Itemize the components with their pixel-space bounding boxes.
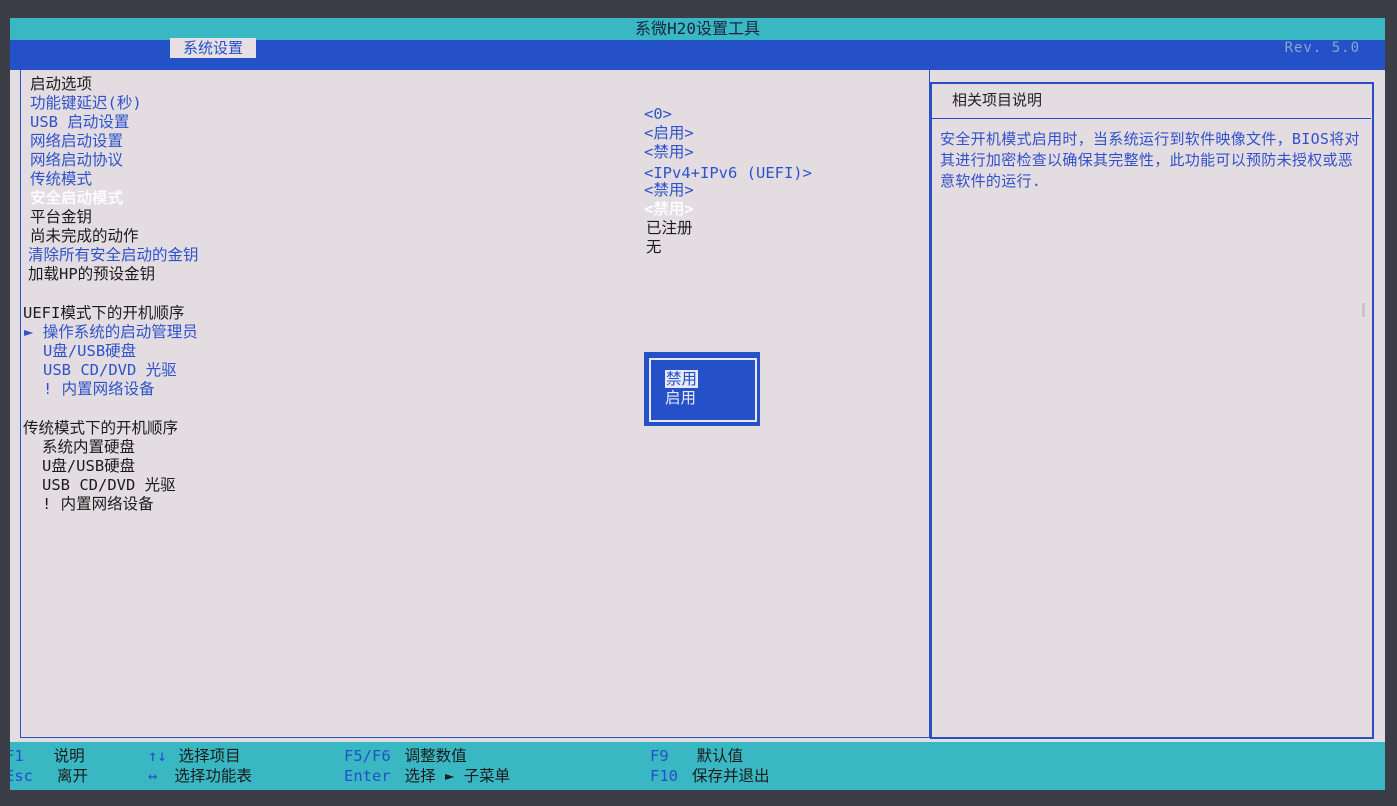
help-title: 相关项目说明 <box>952 91 1043 109</box>
setting-platform-key: 平台金钥 <box>30 208 93 226</box>
setting-pending-action: 尚未完成的动作 <box>30 227 139 245</box>
value-popup: 禁用 启用 <box>644 352 760 426</box>
uefi-order-title: UEFI模式下的开机顺序 <box>23 304 185 322</box>
setting-network-boot[interactable]: 网络启动设置 <box>30 132 123 151</box>
key-help-esc: Esc 离开 <box>10 767 88 786</box>
legacy-order-item-usb-disk[interactable]: U盘/USB硬盘 <box>42 457 135 476</box>
key-help-enter: Enter 选择 ► 子菜单 <box>344 767 510 786</box>
setting-load-hp-keys[interactable]: 加载HP的预设金钥 <box>28 265 155 284</box>
key-label: F5/F6 <box>344 747 391 765</box>
value-network-boot[interactable]: <禁用> <box>644 143 694 162</box>
setting-hotkey-delay[interactable]: 功能键延迟(秒) <box>30 94 142 113</box>
title-bar: 系微H20设置工具 <box>10 18 1385 40</box>
key-help-f10: F10 保存并退出 <box>650 767 770 786</box>
key-label: ↔ <box>148 767 158 785</box>
value-secure-boot[interactable]: <禁用> <box>644 200 694 219</box>
value-platform-key: 已注册 <box>646 219 693 237</box>
revision-label: Rev. 5.0 <box>1284 40 1360 56</box>
setting-network-protocol[interactable]: 网络启动协议 <box>30 151 123 170</box>
legacy-order-title: 传统模式下的开机顺序 <box>23 419 179 437</box>
key-desc: 选择功能表 <box>174 767 252 785</box>
help-scrollbar[interactable] <box>1362 303 1365 317</box>
key-help-f5f6: F5/F6 调整数值 <box>344 747 467 766</box>
help-body: 安全开机模式启用时，当系统运行到软件映像文件，BIOS将对其进行加密检查以确保其… <box>940 130 1360 190</box>
key-desc: 保存并退出 <box>692 767 770 785</box>
key-desc: 说明 <box>53 747 85 765</box>
key-label: F10 <box>650 767 678 785</box>
key-desc: 选择项目 <box>178 747 241 765</box>
key-desc: 调整数值 <box>404 747 467 765</box>
popup-option-enabled[interactable]: 启用 <box>665 389 696 407</box>
uefi-order-item-network[interactable]: ! 内置网络设备 <box>43 380 155 399</box>
key-label: ↑↓ <box>148 747 167 765</box>
key-help-f1: F1 说明 <box>10 747 85 766</box>
key-help-leftright: ↔ 选择功能表 <box>148 767 252 786</box>
setting-legacy-mode[interactable]: 传统模式 <box>30 170 92 189</box>
value-hotkey-delay[interactable]: <0> <box>644 105 672 124</box>
uefi-order-item-usb-disk[interactable]: U盘/USB硬盘 <box>43 342 136 361</box>
value-usb-boot[interactable]: <启用> <box>644 124 694 143</box>
help-divider <box>931 118 1371 119</box>
key-label: F1 <box>10 747 24 765</box>
uefi-order-label: 操作系统的启动管理员 <box>42 323 198 341</box>
popup-option-disabled[interactable]: 禁用 <box>665 370 699 388</box>
uefi-order-item-os-boot-manager[interactable]: ► 操作系统的启动管理员 <box>24 323 198 342</box>
key-help-f9: F9 默认值 <box>650 747 743 766</box>
setting-secure-boot[interactable]: 安全启动模式 <box>30 189 123 208</box>
key-label: Enter <box>344 767 391 785</box>
key-label: Esc <box>10 767 33 785</box>
setting-usb-boot[interactable]: USB 启动设置 <box>30 113 129 132</box>
popup-frame: 禁用 启用 <box>649 358 757 422</box>
value-pending-action: 无 <box>646 238 662 256</box>
setting-clear-secure-keys[interactable]: 清除所有安全启动的金钥 <box>28 246 199 265</box>
value-legacy-mode[interactable]: <禁用> <box>644 181 694 200</box>
key-desc: 离开 <box>57 767 89 785</box>
app-title: 系微H20设置工具 <box>635 19 760 38</box>
legacy-order-item-usb-cd[interactable]: USB CD/DVD 光驱 <box>42 476 176 495</box>
bios-screen: 系微H20设置工具 系统设置 Rev. 5.0 启动选项 功能键延迟(秒) US… <box>10 18 1385 790</box>
uefi-order-item-usb-cd[interactable]: USB CD/DVD 光驱 <box>43 361 177 380</box>
key-help-bar: F1 说明 Esc 离开 ↑↓ 选择项目 ↔ 选择功能表 F5/F6 调整数值 Enter… <box>10 742 1385 790</box>
section-boot-options: 启动选项 <box>30 75 93 93</box>
legacy-order-item-network[interactable]: ! 内置网络设备 <box>42 495 154 514</box>
pointer-icon: ► <box>24 323 34 341</box>
key-desc: 选择 ► 子菜单 <box>404 767 511 785</box>
key-label: F9 <box>650 747 669 765</box>
key-help-updown: ↑↓ 选择项目 <box>148 747 241 766</box>
tab-system-settings[interactable]: 系统设置 <box>170 38 256 58</box>
key-desc: 默认值 <box>696 747 744 765</box>
legacy-order-item-internal-hdd[interactable]: 系统内置硬盘 <box>42 438 135 457</box>
